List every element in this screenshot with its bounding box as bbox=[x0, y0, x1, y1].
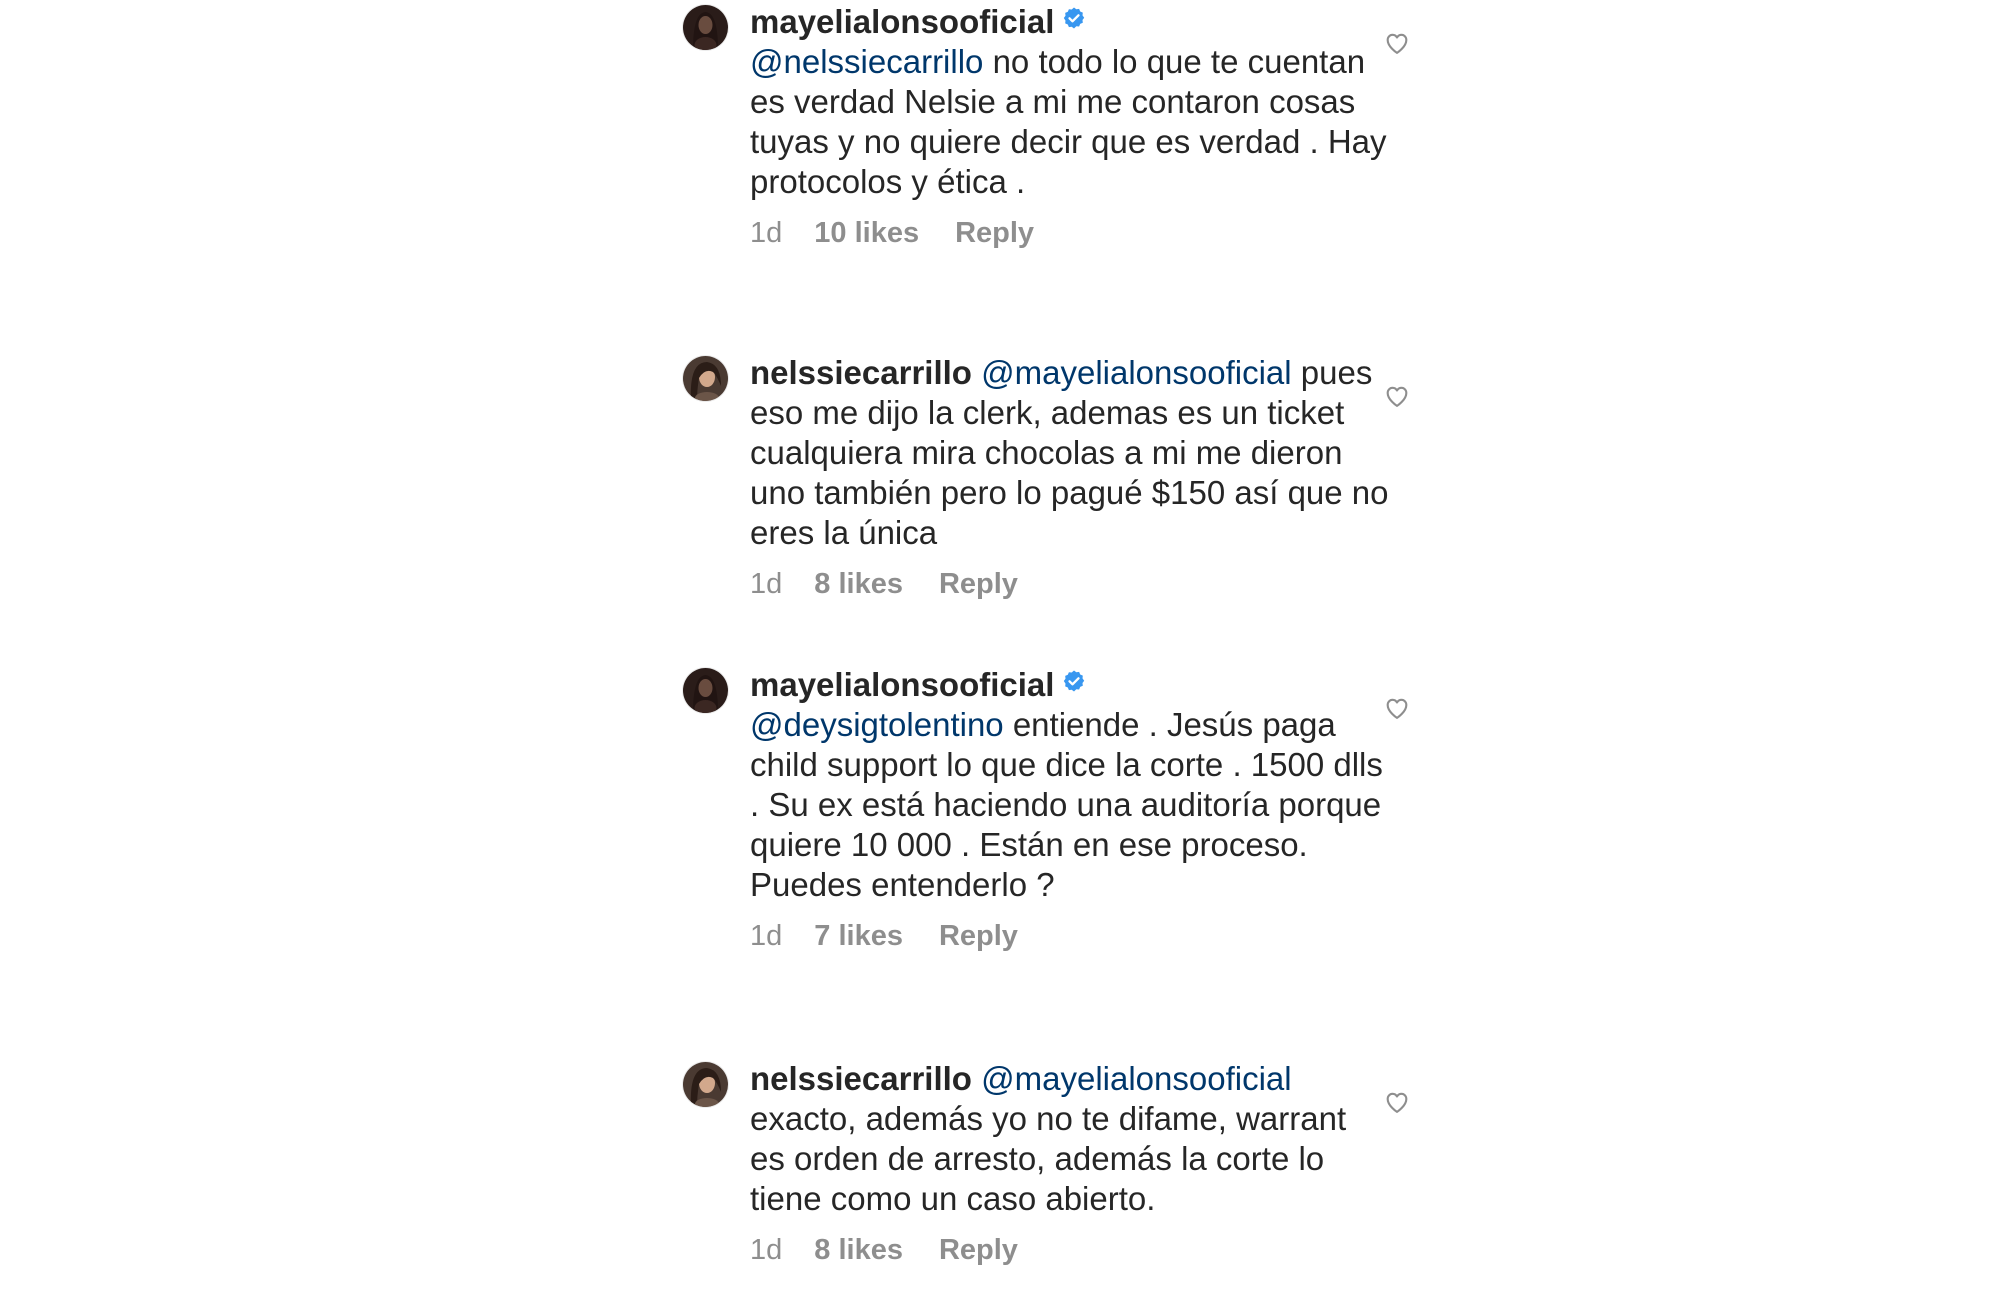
reply-button[interactable]: Reply bbox=[939, 1234, 1018, 1266]
avatar[interactable] bbox=[683, 1062, 728, 1107]
comment-meta: 1d 10 likes Reply bbox=[750, 216, 1390, 250]
comment-body: nelssiecarrillo @mayelialonsooficial pue… bbox=[750, 353, 1390, 601]
mention-link[interactable]: @mayelialonsooficial bbox=[981, 1060, 1291, 1097]
comment-time: 1d bbox=[750, 1234, 783, 1266]
likes-count[interactable]: 8 likes bbox=[814, 568, 903, 600]
avatar[interactable] bbox=[683, 668, 728, 713]
likes-count[interactable]: 7 likes bbox=[814, 920, 903, 952]
comment-time: 1d bbox=[750, 920, 783, 952]
reply-button[interactable]: Reply bbox=[955, 217, 1034, 249]
username[interactable]: nelssiecarrillo bbox=[750, 354, 972, 391]
avatar[interactable] bbox=[683, 356, 728, 401]
likes-count[interactable]: 10 likes bbox=[814, 217, 919, 249]
reply-button[interactable]: Reply bbox=[939, 920, 1018, 952]
heart-outline-icon[interactable] bbox=[1383, 382, 1411, 410]
comment-meta: 1d 8 likes Reply bbox=[750, 567, 1390, 601]
mention-link[interactable]: @mayelialonsooficial bbox=[981, 354, 1291, 391]
reply-button[interactable]: Reply bbox=[939, 568, 1018, 600]
comment-meta: 1d 8 likes Reply bbox=[750, 1233, 1390, 1267]
comment-body: nelssiecarrillo @mayelialonsooficial exa… bbox=[750, 1059, 1390, 1267]
mention-link[interactable]: @nelssiecarrillo bbox=[750, 43, 983, 80]
comment-time: 1d bbox=[750, 568, 783, 600]
heart-outline-icon[interactable] bbox=[1383, 1088, 1411, 1116]
username[interactable]: mayelialonsooficial bbox=[750, 666, 1054, 703]
heart-outline-icon[interactable] bbox=[1383, 694, 1411, 722]
comment-body: mayelialonsooficial @nelssiecarrillo no … bbox=[750, 2, 1390, 250]
comment-body: mayelialonsooficial @deysigtolentino ent… bbox=[750, 665, 1390, 953]
mention-link[interactable]: @deysigtolentino bbox=[750, 706, 1004, 743]
likes-count[interactable]: 8 likes bbox=[814, 1234, 903, 1266]
comment-meta: 1d 7 likes Reply bbox=[750, 919, 1390, 953]
heart-outline-icon[interactable] bbox=[1383, 29, 1411, 57]
comment-text: exacto, además yo no te difame, warrant … bbox=[750, 1100, 1347, 1217]
avatar[interactable] bbox=[683, 5, 728, 50]
username[interactable]: nelssiecarrillo bbox=[750, 1060, 972, 1097]
verified-badge-icon bbox=[1062, 6, 1086, 30]
username[interactable]: mayelialonsooficial bbox=[750, 3, 1054, 40]
verified-badge-icon bbox=[1062, 669, 1086, 693]
comment-time: 1d bbox=[750, 217, 783, 249]
